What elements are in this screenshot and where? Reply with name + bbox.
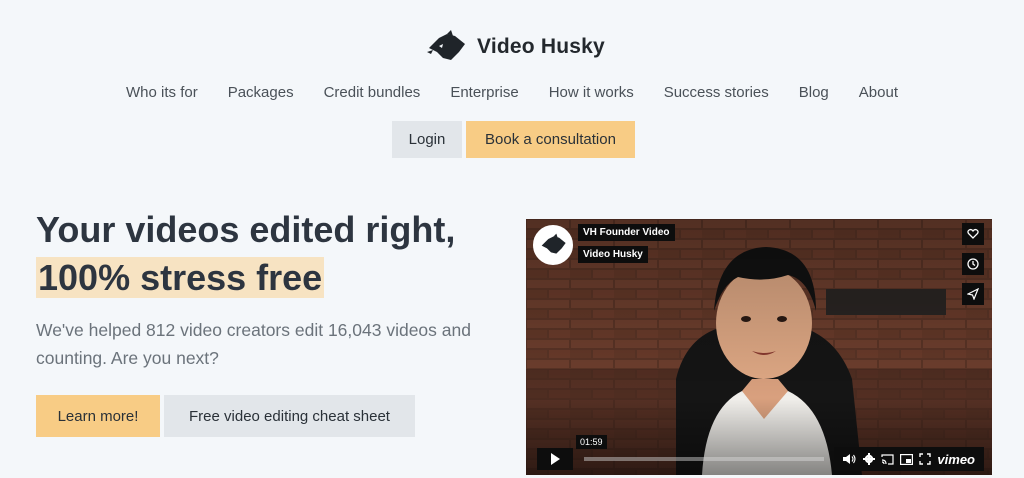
heart-icon [967,228,979,239]
watch-later-button[interactable] [962,253,984,275]
book-consultation-button[interactable]: Book a consultation [466,121,635,158]
share-button[interactable] [962,283,984,305]
nav-credit-bundles[interactable]: Credit bundles [324,84,421,101]
main-nav: Who its for Packages Credit bundles Ente… [0,84,1024,101]
pip-icon[interactable] [900,453,914,465]
fullscreen-icon[interactable] [919,453,932,465]
hero-title-line2: 100% stress free [36,257,325,298]
husky-logo-icon [427,30,465,60]
nav-about[interactable]: About [859,84,898,101]
nav-packages[interactable]: Packages [228,84,294,101]
nav-enterprise[interactable]: Enterprise [450,84,518,101]
channel-avatar[interactable] [533,225,573,265]
send-icon [967,288,979,300]
hero-title-line1: Your videos edited right, [36,209,456,250]
cheat-sheet-button[interactable]: Free video editing cheat sheet [164,395,415,437]
vimeo-logo[interactable]: vimeo [937,452,975,467]
brand-name: Video Husky [477,35,605,58]
clock-icon [967,258,979,270]
brand-logo[interactable]: Video Husky [425,30,605,64]
video-channel[interactable]: Video Husky [578,246,648,263]
volume-icon[interactable] [843,453,857,465]
like-button[interactable] [962,223,984,245]
hero-title: Your videos edited right, 100% stress fr… [36,206,455,302]
hero-subtitle: We've helped 812 video creators edit 16,… [36,320,471,368]
play-button[interactable] [537,448,573,470]
settings-icon[interactable] [863,453,876,465]
play-icon [551,453,560,465]
video-player[interactable]: VH Founder Video Video Husky 01:59 vimeo [526,219,992,475]
video-duration: 01:59 [576,435,607,449]
husky-logo-icon [541,233,566,254]
learn-more-button[interactable]: Learn more! [36,395,160,437]
login-button[interactable]: Login [392,121,462,158]
cast-icon[interactable] [881,453,895,465]
nav-how-it-works[interactable]: How it works [549,84,634,101]
nav-who-its-for[interactable]: Who its for [126,84,198,101]
video-title[interactable]: VH Founder Video [578,224,675,241]
nav-blog[interactable]: Blog [799,84,829,101]
nav-success-stories[interactable]: Success stories [664,84,769,101]
player-right-controls: vimeo [834,447,984,471]
player-controls: 01:59 vimeo [526,435,992,475]
progress-bar[interactable] [584,457,824,461]
